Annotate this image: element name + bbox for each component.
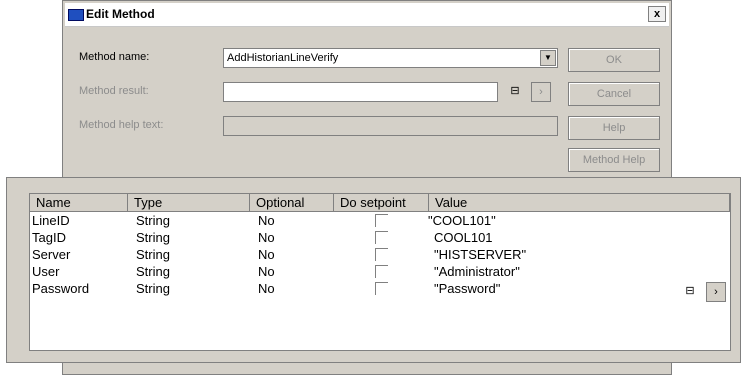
method-help-button[interactable]: Method Help — [568, 148, 660, 172]
row-type: String — [136, 247, 170, 262]
help-button[interactable]: Help — [568, 116, 660, 140]
do-setpoint-checkbox[interactable] — [375, 231, 388, 244]
row-type: String — [136, 213, 170, 228]
row-type: String — [136, 230, 170, 245]
row-value[interactable]: "HISTSERVER" — [434, 247, 526, 262]
row-type: String — [136, 264, 170, 279]
row-name[interactable]: Password — [32, 281, 89, 296]
method-result-label: Method result: — [79, 85, 149, 97]
expand-arrow-button[interactable]: › — [706, 282, 726, 302]
col-header-value[interactable]: Value — [429, 194, 730, 212]
col-header-do-setpoint[interactable]: Do setpoint — [334, 194, 429, 212]
method-result-field[interactable] — [223, 82, 498, 102]
expand-arrow-button[interactable]: › — [531, 82, 551, 102]
row-name[interactable]: User — [32, 264, 59, 279]
col-header-optional[interactable]: Optional — [250, 194, 334, 212]
method-name-combobox[interactable]: AddHistorianLineVerify ▼ — [223, 48, 558, 68]
row-type: String — [136, 281, 170, 296]
row-name[interactable]: LineID — [32, 213, 70, 228]
row-optional: No — [258, 213, 275, 228]
row-name[interactable]: TagID — [32, 230, 66, 245]
title-bar: Edit Method x — [65, 3, 669, 27]
do-setpoint-checkbox[interactable] — [375, 265, 388, 278]
method-help-label: Method help text: — [79, 119, 164, 131]
col-header-name[interactable]: Name — [30, 194, 128, 212]
row-optional: No — [258, 247, 275, 262]
row-name[interactable]: Server — [32, 247, 70, 262]
row-value[interactable]: "COOL101" — [428, 213, 496, 228]
method-help-field — [223, 116, 558, 136]
cancel-button[interactable]: Cancel — [568, 82, 660, 106]
parameters-list[interactable]: Name Type Optional Do setpoint Value Lin… — [29, 193, 731, 351]
parameters-panel: Name Type Optional Do setpoint Value Lin… — [6, 177, 741, 363]
ok-button[interactable]: OK — [568, 48, 660, 72]
window-icon — [68, 9, 84, 21]
row-optional: No — [258, 281, 275, 296]
browse-icon[interactable]: ⊟ — [680, 282, 700, 302]
close-button[interactable]: x — [648, 6, 666, 22]
do-setpoint-checkbox[interactable] — [375, 282, 388, 295]
method-name-value: AddHistorianLineVerify — [227, 52, 339, 64]
browse-icon[interactable]: ⊟ — [505, 82, 525, 102]
dialog-title: Edit Method — [86, 7, 155, 21]
do-setpoint-checkbox[interactable] — [375, 214, 388, 227]
col-header-type[interactable]: Type — [128, 194, 250, 212]
row-value[interactable]: COOL101 — [434, 230, 493, 245]
row-optional: No — [258, 230, 275, 245]
dropdown-arrow-icon[interactable]: ▼ — [540, 50, 556, 66]
row-value[interactable]: "Administrator" — [434, 264, 520, 279]
row-optional: No — [258, 264, 275, 279]
do-setpoint-checkbox[interactable] — [375, 248, 388, 261]
method-name-label: Method name: — [79, 51, 150, 63]
row-value[interactable]: "Password" — [434, 281, 500, 296]
